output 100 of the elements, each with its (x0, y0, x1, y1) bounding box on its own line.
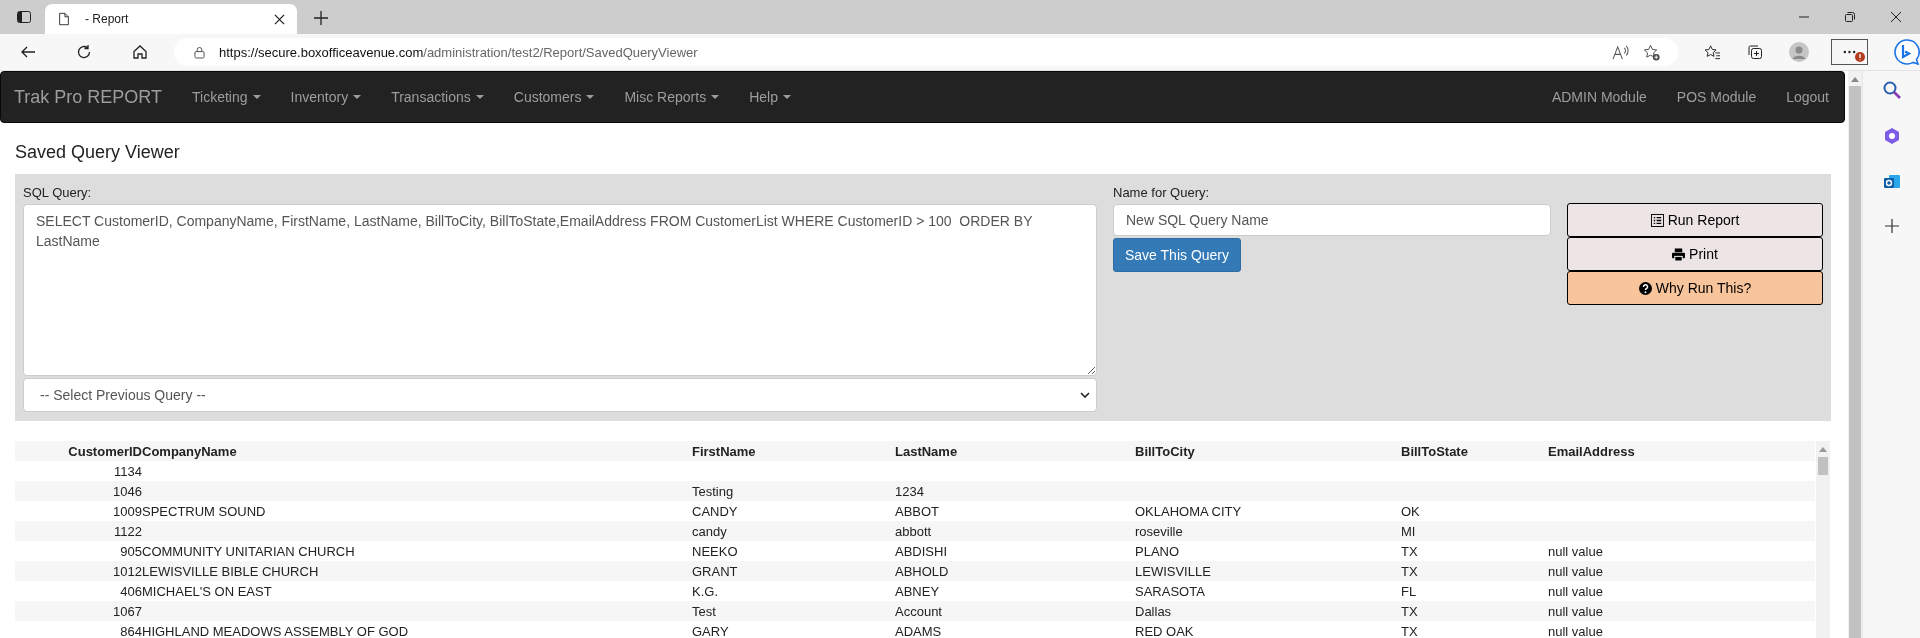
read-aloud-icon[interactable] (1611, 44, 1629, 60)
nav-menu[interactable]: Help (734, 89, 806, 105)
last-name-cell: ADAMS (895, 623, 942, 638)
first-name-cell: GRANT (692, 563, 738, 579)
nav-menu[interactable]: Inventory (275, 89, 377, 105)
city-cell: RED OAK (1135, 623, 1194, 638)
company-cell: HIGHLAND MEADOWS ASSEMBLY OF GOD (142, 623, 409, 638)
nav-link[interactable]: POS Module (1661, 89, 1772, 105)
state-cell: OK (1401, 503, 1420, 519)
url-text: https://secure.boxofficeavenue.com/administration/test2/Report/SavedQueryViewer (219, 44, 698, 60)
new-tab-icon[interactable] (314, 11, 328, 25)
field-label: Name for Query: (1113, 185, 1211, 200)
nav-menu[interactable]: Misc Reports (609, 89, 735, 105)
state-cell: TX (1401, 563, 1418, 579)
email-cell: null value (1548, 623, 1603, 638)
lock-icon (194, 45, 205, 59)
caret-icon (252, 95, 261, 99)
printer-icon (1672, 247, 1686, 261)
id-cell: 905 (120, 543, 142, 559)
home-icon[interactable] (132, 44, 148, 60)
nav-menu[interactable]: Transactions (376, 89, 499, 105)
scroll-thumb[interactable] (1818, 457, 1828, 475)
first-name-cell: NEEKO (692, 543, 738, 559)
list-icon (1650, 213, 1664, 227)
refresh-icon[interactable] (76, 44, 92, 60)
caret-icon (475, 95, 484, 99)
close-icon[interactable] (274, 13, 285, 25)
company-cell: COMMUNITY UNITARIAN CHURCH (142, 543, 355, 559)
add-favorite-icon[interactable] (1642, 43, 1660, 61)
nav-menu[interactable]: Ticketing (177, 89, 276, 105)
email-cell: null value (1548, 543, 1603, 559)
chevron-down-icon (1080, 392, 1090, 398)
first-name-cell: K.G. (692, 583, 718, 599)
more-button[interactable] (1830, 39, 1868, 65)
address-bar[interactable]: https://secure.boxofficeavenue.com/administration/test2/Report/SavedQueryViewer (174, 38, 1678, 66)
field-label: SQL Query: (23, 185, 93, 200)
page-icon (57, 11, 71, 27)
search-icon[interactable] (1882, 81, 1901, 99)
last-name-cell: ABNEY (895, 583, 940, 599)
restore-icon[interactable] (1844, 11, 1856, 23)
more-icon (1842, 50, 1856, 54)
caret-icon (782, 95, 791, 99)
column-header: BillToCity (1135, 441, 1401, 461)
action-button[interactable]: Run Report (1567, 203, 1823, 237)
mail-icon[interactable] (1882, 173, 1901, 191)
state-cell: TX (1401, 603, 1418, 619)
column-header: EmailAddress (1548, 441, 1815, 461)
save-query-button[interactable]: Save This Query (1113, 238, 1241, 272)
email-cell: null value (1548, 583, 1603, 599)
caret-icon (353, 95, 362, 99)
profile-icon[interactable] (1788, 42, 1809, 62)
action-button[interactable]: Why Run This? (1567, 271, 1823, 305)
back-icon[interactable] (20, 44, 36, 60)
browser-tab[interactable]: - Report (45, 4, 297, 34)
close-icon[interactable] (1890, 11, 1902, 23)
state-cell: MI (1401, 523, 1416, 539)
id-cell: 1122 (114, 523, 142, 539)
nav-link[interactable]: ADMIN Module (1536, 89, 1662, 105)
email-cell: null value (1548, 603, 1603, 619)
sql-query-field[interactable]: SELECT CustomerID, CompanyName, FirstName, LastName, BillToCity, BillToState,EmailAddress FROM CustomerList WHERE CustomerID > 100 ORDER BY LastName (23, 204, 1097, 376)
email-cell: null value (1548, 563, 1603, 579)
column-header: CompanyName (142, 441, 692, 461)
chat-bubble-icon[interactable] (1894, 39, 1920, 65)
state-cell: FL (1401, 583, 1417, 599)
city-cell: PLANO (1135, 543, 1180, 559)
scroll-thumb[interactable] (1849, 86, 1861, 638)
favorites-icon[interactable] (1703, 44, 1721, 60)
first-name-cell: Testing (692, 483, 734, 499)
last-name-cell: 1234 (895, 483, 924, 499)
plus-icon[interactable] (1884, 219, 1899, 233)
nav-menu[interactable]: Customers (498, 89, 610, 105)
action-button[interactable]: Print (1567, 237, 1823, 271)
previous-query-select[interactable]: -- Select Previous Query -- (23, 378, 1097, 412)
company-cell: SPECTRUM SOUND (142, 503, 266, 519)
state-cell: TX (1401, 623, 1418, 638)
collections-icon[interactable] (1746, 44, 1763, 60)
id-cell: 1012 (113, 563, 142, 579)
city-cell: Dallas (1135, 603, 1172, 619)
first-name-cell: Test (692, 603, 716, 619)
first-name-cell: CANDY (692, 503, 738, 519)
id-cell: 1046 (113, 483, 142, 499)
city-cell: LEWISVILLE (1135, 563, 1211, 579)
state-cell: TX (1401, 543, 1418, 559)
column-header: LastName (895, 441, 1135, 461)
table-scrollbar[interactable] (1816, 441, 1830, 638)
nav-link[interactable]: Logout (1771, 89, 1831, 105)
tab-title: - Report (85, 12, 130, 26)
query-name-field[interactable]: New SQL Query Name (1113, 204, 1551, 236)
id-cell: 1009 (113, 503, 142, 519)
caret-icon (586, 95, 595, 99)
last-name-cell: ABBOT (895, 503, 940, 519)
city-cell: SARASOTA (1135, 583, 1205, 599)
first-name-cell: candy (692, 523, 727, 539)
column-header: CustomerID (15, 441, 142, 461)
sidebar-toggle-icon[interactable] (16, 9, 32, 25)
company-cell: LEWISVILLE BIBLE CHURCH (142, 563, 319, 579)
page-scrollbar[interactable] (1848, 71, 1862, 638)
last-name-cell: ABHOLD (895, 563, 949, 579)
hexagon-icon[interactable] (1882, 127, 1901, 145)
brand-link[interactable]: Trak Pro REPORT (14, 86, 163, 108)
